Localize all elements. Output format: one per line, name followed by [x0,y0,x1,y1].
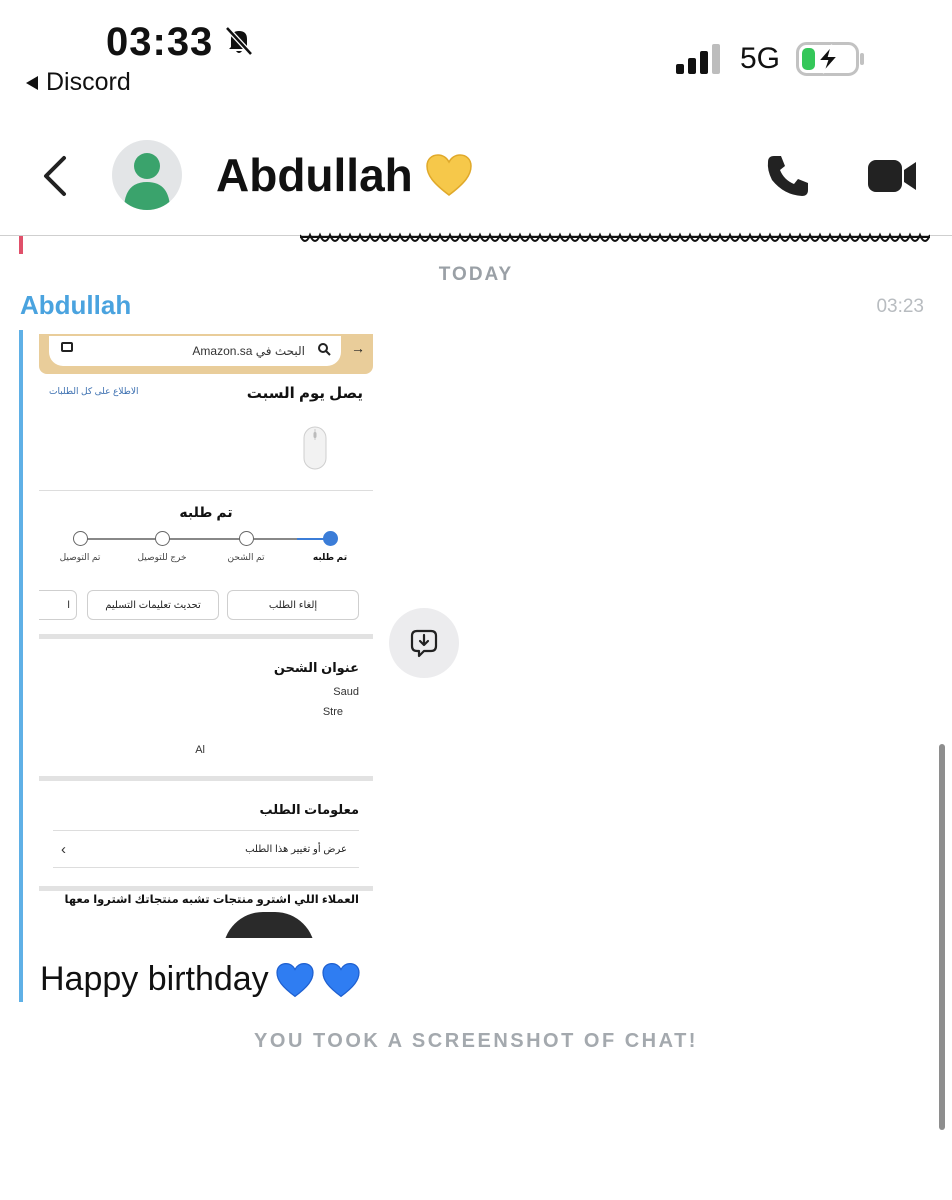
amazon-search-placeholder: البحث في Amazon.sa [192,344,305,358]
person-icon [124,153,170,210]
blue-heart-icon [276,962,314,997]
step-dot-ordered [323,531,338,546]
computer-mouse-icon [303,426,327,470]
step-dot-delivered [73,531,88,546]
address-line-1: Saud [333,686,359,698]
step-dot-shipped [239,531,254,546]
date-divider: TODAY [438,264,514,285]
order-info-row: ‹ عرض أو تغيير هذا الطلب [53,830,359,868]
contact-name-text: Abdullah [216,149,413,201]
back-to-app-link[interactable]: Discord [26,68,131,97]
back-chevron-icon[interactable] [36,152,76,200]
video-call-icon[interactable] [866,156,918,196]
back-triangle-icon [26,75,38,90]
camera-icon [61,342,73,352]
address-line-3: Al [195,744,205,756]
order-info-title: معلومات الطلب [259,802,359,817]
step-label-out-for-delivery: خرج للتوصيل [137,552,187,562]
step-label-ordered: تم طلبه [312,552,348,562]
more-button: ا [39,590,77,620]
arrival-heading: يصل يوم السبت [246,385,363,402]
also-bought-title: العملاء اللي اشترو منتجات تشبه منتجاتك ا… [64,894,360,906]
previous-message-scribble [300,232,930,242]
order-status-title: تم طلبه [179,504,233,520]
back-arrow-icon: → [351,340,365,356]
phone-call-icon[interactable] [764,152,812,200]
network-type: 5G [740,42,781,75]
address-line-2: Stre [322,706,343,718]
back-app-label: Discord [46,68,131,96]
bell-slash-icon [225,26,253,56]
yellow-heart-icon [426,154,472,196]
amazon-search-box: البحث في Amazon.sa [49,336,341,366]
progress-track [79,538,333,540]
divider [39,490,373,491]
clock: 03:33 [106,20,214,64]
battery-charging-icon [796,42,864,76]
shipping-address-title: عنوان الشحن [273,660,359,675]
order-info-row-label: عرض أو تغيير هذا الطلب [245,843,347,855]
previous-message-indicator [19,236,23,254]
scrollbar[interactable] [939,744,945,1130]
step-label-shipped: تم الشحن [227,552,265,562]
chevron-left-icon: ‹ [61,840,66,858]
step-label-delivered: تم التوصيل [59,552,101,562]
message-text: Happy birthday [40,960,269,998]
blue-heart-icon [322,962,360,997]
product-thumbnail [223,912,315,938]
shared-screenshot-image[interactable]: البحث في Amazon.sa → يصل يوم السبت الاطل… [39,334,373,938]
search-icon [318,343,331,356]
message-side-bar [19,330,23,1002]
message-timestamp: 03:23 [876,296,924,317]
section-divider [39,776,373,781]
update-delivery-button: تحديث تعليمات التسليم [87,590,219,620]
sender-name: Abdullah [20,290,132,320]
status-bar: 03:33 Discord 5G [0,0,952,110]
chat-message[interactable]: Happy birthday [40,960,361,999]
step-dot-out-for-delivery [155,531,170,546]
cellular-signal-icon [676,44,720,74]
cancel-order-button: إلغاء الطلب [227,590,359,620]
contact-name[interactable]: Abdullah [216,148,473,202]
download-message-icon [410,629,438,658]
all-orders-link: الاطلاع على كل الطلبات [49,386,139,396]
section-divider [39,886,373,891]
chat-header: Abdullah [0,118,952,236]
avatar[interactable] [112,140,182,210]
screenshot-notice: YOU TOOK A SCREENSHOT OF CHAT! [254,1030,698,1052]
section-divider [39,634,373,639]
save-to-camera-roll-button[interactable] [389,608,459,678]
